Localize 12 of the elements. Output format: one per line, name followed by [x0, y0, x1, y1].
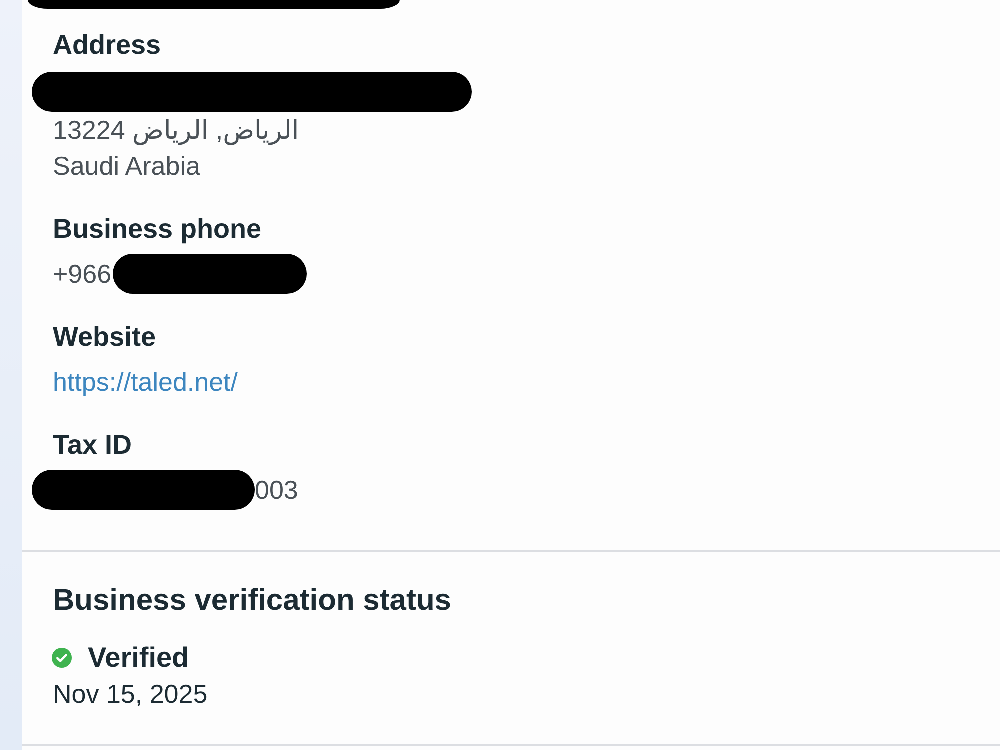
field-value: 003	[255, 474, 298, 507]
field-value: +966	[53, 258, 112, 291]
section-heading: Business verification status	[53, 583, 452, 619]
field-value: Saudi Arabia	[53, 150, 200, 183]
status-label: Verified	[88, 641, 190, 675]
field-label: Business phone	[53, 213, 263, 246]
field-value: الرياض, الرياض 13224	[53, 114, 300, 148]
website-link[interactable]: https://taled.net/	[53, 364, 238, 400]
field-label: Tax ID	[53, 429, 134, 462]
field-label: Website	[53, 321, 158, 354]
verification-date: Nov 15, 2025	[53, 678, 209, 711]
field-label: Address	[53, 29, 162, 62]
